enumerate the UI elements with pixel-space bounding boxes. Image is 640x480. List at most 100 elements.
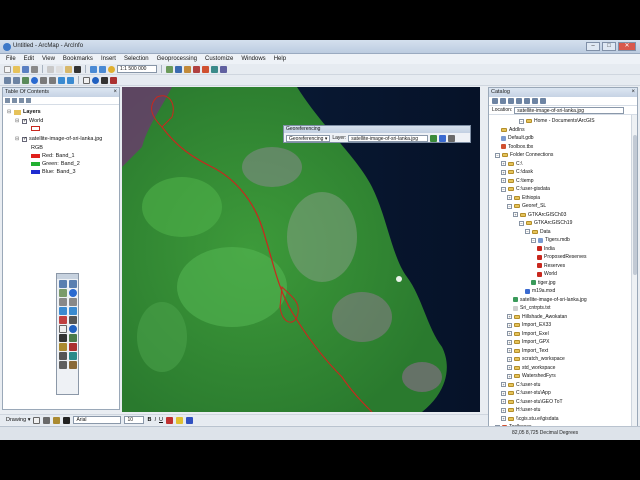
close-icon[interactable]: × bbox=[631, 88, 635, 97]
catalog-tree-item[interactable]: − Data bbox=[525, 229, 551, 235]
undo-icon[interactable] bbox=[90, 65, 97, 73]
pan-icon[interactable] bbox=[22, 76, 29, 84]
catalog-tree-item[interactable]: Sri_cntrpts.txt bbox=[513, 305, 551, 311]
catalog-tree-item[interactable]: + C:\temp bbox=[501, 178, 534, 184]
forward-icon[interactable] bbox=[69, 307, 77, 315]
catalog-tree-item[interactable]: India bbox=[537, 246, 555, 252]
italic-button[interactable]: I bbox=[154, 417, 156, 423]
maximize-button[interactable]: □ bbox=[602, 42, 616, 51]
georeferencing-menu[interactable]: Georeferencing ▾ bbox=[286, 134, 331, 142]
full-extent-icon[interactable] bbox=[31, 76, 38, 84]
back-icon[interactable] bbox=[59, 307, 67, 315]
catalog-tree-item[interactable]: + C:\user-stu bbox=[501, 382, 540, 388]
next-extent-icon[interactable] bbox=[67, 76, 74, 84]
underline-button[interactable]: U bbox=[159, 417, 163, 423]
editor-toolbar-icon[interactable] bbox=[166, 65, 173, 73]
expand-icon[interactable]: + bbox=[507, 365, 512, 370]
up-one-level-icon[interactable] bbox=[508, 98, 514, 104]
menu-geoprocessing[interactable]: Geoprocessing bbox=[157, 56, 197, 62]
expand-icon[interactable]: + bbox=[507, 314, 512, 319]
zoom-out-icon[interactable] bbox=[13, 76, 20, 84]
zoom-out-icon[interactable] bbox=[69, 280, 77, 288]
catalog-tree-item[interactable]: + C:\user-stu\GEO ToT bbox=[501, 399, 563, 405]
full-extent-icon[interactable] bbox=[69, 289, 77, 297]
list-by-visibility-icon[interactable] bbox=[19, 98, 24, 103]
catalog-tree-item[interactable]: + C:\dask bbox=[501, 169, 533, 175]
catalog-tree-item[interactable]: Default.gdb bbox=[501, 135, 534, 141]
minimize-button[interactable]: – bbox=[586, 42, 600, 51]
fixed-zoom-out-icon[interactable] bbox=[49, 76, 56, 84]
hyperlink-icon[interactable] bbox=[59, 352, 67, 360]
modelbuilder-icon[interactable] bbox=[220, 65, 227, 73]
pan-icon[interactable] bbox=[59, 289, 67, 297]
home-icon[interactable] bbox=[516, 98, 522, 104]
world-visibility-checkbox[interactable] bbox=[22, 118, 27, 124]
find-route-icon[interactable] bbox=[69, 334, 77, 342]
expand-icon[interactable]: + bbox=[501, 161, 506, 166]
select-features-icon[interactable] bbox=[83, 76, 90, 84]
view-link-table-icon[interactable] bbox=[448, 134, 456, 142]
find-icon[interactable] bbox=[101, 76, 108, 84]
find-icon[interactable] bbox=[59, 334, 67, 342]
expand-icon[interactable]: + bbox=[507, 331, 512, 336]
paste-icon[interactable] bbox=[65, 65, 72, 73]
blue-band-swatch[interactable] bbox=[31, 170, 40, 174]
catalog-tree-item[interactable]: AddIns bbox=[501, 127, 525, 133]
collapse-icon[interactable]: − bbox=[495, 152, 500, 158]
expand-icon[interactable]: + bbox=[501, 178, 506, 183]
python-window-icon[interactable] bbox=[211, 65, 218, 73]
expand-icon[interactable]: + bbox=[507, 322, 512, 328]
catalog-tree-item[interactable]: + Import_GPX bbox=[507, 339, 550, 345]
fixed-zoom-in-icon[interactable] bbox=[59, 298, 67, 306]
cut-icon[interactable] bbox=[47, 65, 54, 73]
expand-icon[interactable]: + bbox=[507, 195, 512, 200]
catalog-tree-item[interactable]: + C:\ bbox=[501, 161, 522, 167]
open-icon[interactable] bbox=[13, 65, 20, 73]
menu-selection[interactable]: Selection bbox=[124, 56, 149, 62]
back-icon[interactable] bbox=[492, 98, 498, 104]
catalog-tree-item[interactable]: + \\cgis.stu.ei\gisdata bbox=[501, 416, 559, 422]
new-document-icon[interactable] bbox=[4, 65, 11, 73]
catalog-tree-item[interactable]: − Home - Documents\ArcGIS bbox=[519, 118, 595, 124]
menu-help[interactable]: Help bbox=[274, 56, 286, 62]
catalog-window-icon[interactable] bbox=[184, 65, 191, 73]
bold-button[interactable]: B bbox=[147, 417, 151, 423]
collapse-icon[interactable]: − bbox=[507, 203, 512, 209]
menu-customize[interactable]: Customize bbox=[205, 56, 233, 62]
catalog-tree-item[interactable]: + GTKArcGISCh03 bbox=[513, 212, 566, 218]
catalog-tree-item[interactable]: − Folder Connections bbox=[495, 152, 553, 158]
previous-extent-icon[interactable] bbox=[58, 76, 65, 84]
rectangle-icon[interactable] bbox=[53, 416, 61, 424]
expand-icon[interactable]: + bbox=[501, 399, 506, 404]
expand-icon[interactable]: + bbox=[501, 382, 506, 387]
expand-icon[interactable]: + bbox=[507, 339, 512, 345]
catalog-tree-item[interactable]: Reserves bbox=[537, 263, 565, 269]
list-by-drawing-order-icon[interactable] bbox=[5, 98, 10, 103]
menu-insert[interactable]: Insert bbox=[101, 56, 116, 62]
measure-icon[interactable] bbox=[69, 343, 77, 351]
catalog-tree-item[interactable]: + WatershedFyrs bbox=[507, 373, 556, 379]
collapse-icon[interactable]: − bbox=[525, 229, 530, 234]
fixed-zoom-in-icon[interactable] bbox=[40, 76, 47, 84]
collapse-icon[interactable]: − bbox=[519, 118, 524, 124]
select-elements-icon[interactable] bbox=[33, 416, 41, 424]
table-of-contents-icon[interactable] bbox=[175, 65, 182, 73]
clear-selection-icon[interactable] bbox=[69, 316, 77, 324]
delete-icon[interactable] bbox=[74, 65, 81, 73]
green-band-swatch[interactable] bbox=[31, 162, 40, 166]
collapse-icon[interactable]: ⊟ bbox=[7, 109, 12, 115]
menu-file[interactable]: File bbox=[6, 56, 16, 62]
fixed-zoom-out-icon[interactable] bbox=[69, 298, 77, 306]
add-control-points-icon[interactable] bbox=[439, 134, 447, 142]
catalog-tree-item[interactable]: satellite-image-of-sri-lanka.jpg bbox=[513, 297, 587, 303]
collapse-icon[interactable]: ⊟ bbox=[15, 118, 20, 124]
toc-world-row[interactable]: ⊟ World bbox=[15, 118, 43, 125]
scrollbar-thumb[interactable] bbox=[633, 135, 637, 275]
zoom-in-icon[interactable] bbox=[59, 280, 67, 288]
identify-icon[interactable] bbox=[92, 76, 99, 84]
viewer-window-icon[interactable] bbox=[69, 361, 77, 369]
world-symbol-swatch[interactable] bbox=[31, 126, 40, 131]
catalog-tree-item[interactable]: ProposedReserves bbox=[537, 254, 587, 260]
fill-color-icon[interactable] bbox=[175, 416, 183, 424]
menu-windows[interactable]: Windows bbox=[241, 56, 265, 62]
